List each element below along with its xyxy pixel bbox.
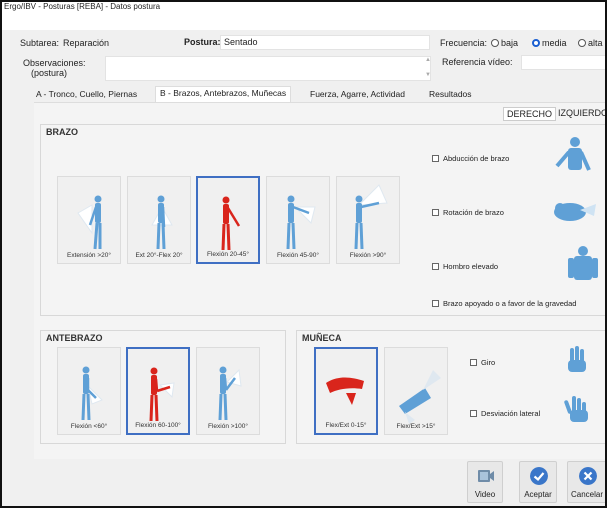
- subtask-field[interactable]: Reparación: [59, 36, 171, 51]
- scroll-down-icon[interactable]: ▼: [425, 72, 431, 78]
- wrist-deviation-checkbox[interactable]: Desviación lateral: [470, 409, 540, 418]
- arm-option-label: Ext 20°-Flex 20°: [135, 252, 183, 259]
- wrist-twist-checkbox[interactable]: Giro: [470, 358, 495, 367]
- arm-abduction-icon: [555, 137, 591, 171]
- tab-brazos[interactable]: B - Brazos, Antebrazos, Muñecas: [155, 86, 292, 102]
- radio-icon: [578, 39, 586, 47]
- video-ref-label: Referencia vídeo:: [442, 57, 513, 67]
- arm-abduction-checkbox[interactable]: Abducción de brazo: [432, 154, 509, 163]
- frequency-option-label: baja: [501, 38, 519, 48]
- scroll-up-icon[interactable]: ▲: [425, 57, 431, 63]
- forearm-option-label: Flexión >100°: [208, 423, 248, 430]
- arm-option-label: Flexión >90°: [349, 252, 387, 259]
- posture-label: Postura:: [184, 37, 221, 47]
- wrist-option-label: Flex/Ext >15°: [396, 423, 436, 430]
- wrist-title: MUÑECA: [302, 333, 342, 343]
- arm-abduction-label: Abducción de brazo: [443, 154, 510, 163]
- radio-icon: [491, 39, 499, 47]
- arm-option-extension[interactable]: Extensión >20°: [57, 176, 121, 264]
- video-button-label: Video: [474, 490, 496, 499]
- tab-bar: A - Tronco, Cuello, Piernas B - Brazos, …: [0, 86, 607, 102]
- observations-label: Observaciones:: [23, 58, 86, 68]
- video-button[interactable]: Video: [467, 461, 503, 503]
- arm-rotation-label: Rotación de brazo: [443, 208, 504, 217]
- arm-option-flexion-20-45[interactable]: Flexión 20-45°: [196, 176, 260, 264]
- arm-rotation-icon: [554, 203, 596, 221]
- accept-button[interactable]: Aceptar: [519, 461, 557, 503]
- posture-field[interactable]: Sentado: [220, 35, 430, 50]
- forearm-title: ANTEBRAZO: [46, 333, 103, 343]
- window: Ergo/IBV - Posturas [REBA] - Datos postu…: [0, 0, 607, 508]
- subtask-value: Reparación: [63, 38, 110, 48]
- radio-selected-icon: [532, 39, 540, 47]
- forearm-option-lt60[interactable]: Flexión <60°: [57, 347, 121, 435]
- checkbox-icon: [432, 300, 439, 307]
- cancel-icon: [579, 467, 597, 485]
- video-icon: [478, 470, 494, 482]
- raised-shoulder-checkbox[interactable]: Hombro elevado: [432, 262, 498, 271]
- check-icon: [530, 467, 548, 485]
- video-ref-field[interactable]: [521, 55, 607, 70]
- frequency-option-label: media: [542, 38, 567, 48]
- posture-value: Sentado: [224, 37, 258, 47]
- forearm-option-label: Flexión 60-100°: [135, 422, 181, 429]
- arm-rotation-checkbox[interactable]: Rotación de brazo: [432, 208, 504, 217]
- arm-option-label: Flexión 20-45°: [207, 251, 249, 258]
- checkbox-icon: [470, 359, 477, 366]
- title-bar: Ergo/IBV - Posturas [REBA] - Datos postu…: [0, 0, 607, 30]
- checkbox-icon: [432, 209, 439, 216]
- tab-fuerza[interactable]: Fuerza, Agarre, Actividad: [306, 88, 409, 102]
- side-tab-left[interactable]: IZQUIERDO: [555, 107, 607, 119]
- wrist-twist-icon: [568, 346, 586, 372]
- arm-supported-label: Brazo apoyado o a favor de la gravedad: [443, 299, 577, 308]
- arm-option-flexion-45-90[interactable]: Flexión 45-90°: [266, 176, 330, 264]
- arm-supported-checkbox[interactable]: Brazo apoyado o a favor de la gravedad: [432, 299, 576, 308]
- observations-textarea[interactable]: [105, 56, 431, 81]
- arm-option-flexion-90[interactable]: Flexión >90°: [336, 176, 400, 264]
- side-tab-right[interactable]: DERECHO: [503, 107, 557, 121]
- frequency-option-media[interactable]: media: [532, 38, 567, 48]
- window-title: Ergo/IBV - Posturas [REBA] - Datos postu…: [4, 2, 161, 11]
- observations-sublabel: (postura): [31, 68, 68, 78]
- tab-tronco[interactable]: A - Tronco, Cuello, Piernas: [32, 88, 141, 102]
- subtask-label: Subtarea:: [20, 38, 60, 48]
- forearm-option-label: Flexión <60°: [70, 423, 108, 430]
- wrist-deviation-label: Desviación lateral: [481, 409, 541, 418]
- frequency-option-label: alta: [588, 38, 603, 48]
- arm-option-label: Extensión >20°: [67, 252, 111, 259]
- wrist-deviation-icon: [564, 396, 588, 422]
- cancel-button-label: Cancelar: [570, 490, 603, 499]
- wrist-option-0-15[interactable]: Flex/Ext 0-15°: [314, 347, 378, 435]
- accept-button-label: Aceptar: [524, 490, 552, 499]
- wrist-option-label: Flex/Ext 0-15°: [325, 422, 367, 429]
- checkbox-icon: [432, 155, 439, 162]
- frequency-option-baja[interactable]: baja: [491, 38, 518, 48]
- frequency-option-alta[interactable]: alta: [578, 38, 603, 48]
- checkbox-icon: [470, 410, 477, 417]
- raised-shoulder-label: Hombro elevado: [443, 262, 499, 271]
- arm-title: BRAZO: [46, 127, 78, 137]
- forearm-option-gt100[interactable]: Flexión >100°: [196, 347, 260, 435]
- checkbox-icon: [432, 263, 439, 270]
- raised-shoulder-icon: [568, 246, 598, 280]
- frequency-label: Frecuencia:: [440, 38, 488, 48]
- cancel-button[interactable]: Cancelar: [567, 461, 607, 503]
- arm-option-label: Flexión 45-90°: [277, 252, 319, 259]
- forearm-option-60-100[interactable]: Flexión 60-100°: [126, 347, 190, 435]
- wrist-option-gt15[interactable]: Flex/Ext >15°: [384, 347, 448, 435]
- wrist-twist-label: Giro: [481, 358, 496, 367]
- arm-option-neutral[interactable]: Ext 20°-Flex 20°: [127, 176, 191, 264]
- tab-resultados[interactable]: Resultados: [425, 88, 476, 102]
